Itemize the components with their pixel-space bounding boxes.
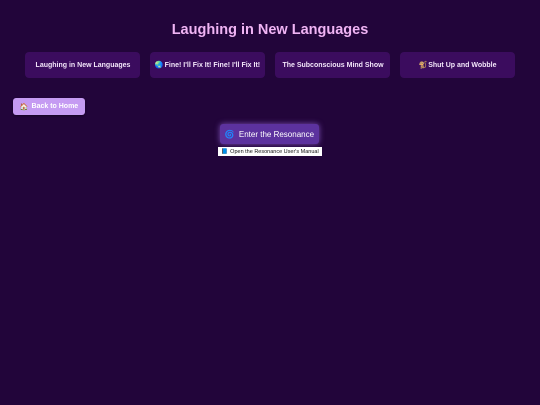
nav-card-laughing-in-new-languages[interactable]: Laughing in New Languages <box>25 52 140 78</box>
nav-card-label: Laughing in New Languages <box>35 61 131 69</box>
back-to-home-button[interactable]: 🏠 Back to Home <box>13 98 85 115</box>
spiral-icon: 🌀 <box>224 129 235 139</box>
monkey-icon: 🐒 <box>418 62 428 69</box>
back-to-home-label: Back to Home <box>31 103 79 110</box>
nav-card-subconscious-mind-show[interactable]: The Subconscious Mind Show <box>275 52 390 78</box>
house-icon: 🏠 <box>19 103 29 111</box>
nav-cards: Laughing in New Languages 🌏 Fine! I'll F… <box>25 52 515 78</box>
nav-card-fine-ill-fix-it[interactable]: 🌏 Fine! I'll Fix It! Fine! I'll Fix It! <box>150 52 265 78</box>
enter-resonance-button[interactable]: 🌀 Enter the Resonance <box>220 124 319 144</box>
resonance-manual-link[interactable]: 📘 Open the Resonance User's Manual <box>218 147 322 156</box>
nav-card-label: Shut Up and Wobble <box>428 61 497 69</box>
page-title: Laughing in New Languages <box>171 22 369 38</box>
enter-resonance-label: Enter the Resonance <box>238 129 315 139</box>
book-icon: 📘 <box>221 148 229 155</box>
globe-icon: 🌏 <box>154 62 164 69</box>
nav-card-label: Fine! I'll Fix It! Fine! I'll Fix It! <box>164 61 261 69</box>
resonance-manual-label: Open the Resonance User's Manual <box>230 148 319 155</box>
nav-card-shut-up-and-wobble[interactable]: 🐒 Shut Up and Wobble <box>400 52 515 78</box>
nav-card-label: The Subconscious Mind Show <box>282 61 384 69</box>
